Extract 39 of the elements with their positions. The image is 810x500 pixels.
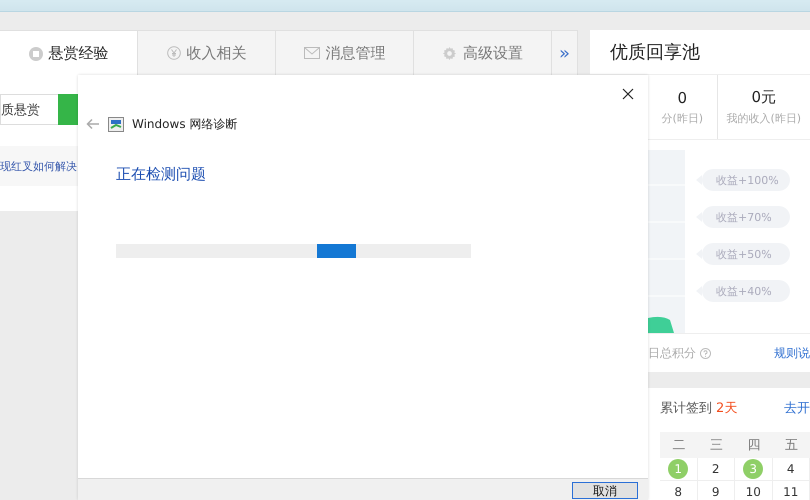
more-tabs-button[interactable]: » xyxy=(552,31,577,75)
stat-value: 0元 xyxy=(752,88,776,107)
weekday-header: 三 xyxy=(698,432,735,458)
calendar-day: 1 xyxy=(668,459,688,479)
weekday-header: 五 xyxy=(772,432,810,458)
sign-in-link[interactable]: 去开 xyxy=(784,399,810,417)
calendar-day: 3 xyxy=(743,459,764,479)
weekday-header: 四 xyxy=(735,432,772,458)
cancel-button[interactable]: 取消 xyxy=(572,482,638,499)
stat-label: 分(昨日) xyxy=(661,110,704,126)
calendar-day: 8 xyxy=(668,482,688,500)
gear-icon xyxy=(442,46,457,60)
stat-value: 0 xyxy=(678,88,688,106)
bonus-label: 收益+40% xyxy=(696,280,790,302)
calendar-day: 4 xyxy=(780,459,801,479)
bonus-label: 收益+70% xyxy=(696,206,790,228)
yen-icon xyxy=(166,46,180,60)
help-icon xyxy=(700,348,711,358)
tab[interactable]: 悬赏经验 xyxy=(0,31,138,76)
calendar-day: 9 xyxy=(706,482,726,500)
network-app-icon xyxy=(108,116,124,132)
total-label: 日总积分 xyxy=(648,344,696,362)
calendar-day: 2 xyxy=(706,459,726,479)
rules-link[interactable]: 规则说 xyxy=(774,344,810,362)
search-field[interactable]: 质悬赏 xyxy=(0,94,58,125)
weekday-header: 二 xyxy=(660,432,698,458)
envelope-icon xyxy=(304,47,320,59)
sign-in-count: 2天 xyxy=(716,400,738,417)
sign-in-label: 累计签到 xyxy=(660,400,712,417)
bonus-label: 收益+50% xyxy=(696,243,790,265)
bonus-label: 收益+100% xyxy=(696,169,790,191)
calendar-day: 11 xyxy=(780,482,801,500)
status-heading: 正在检测问题 xyxy=(116,165,207,184)
back-arrow-icon[interactable] xyxy=(86,118,100,130)
close-icon xyxy=(622,88,634,100)
dialog-title: Windows 网络诊断 xyxy=(132,116,238,132)
calendar-day: 10 xyxy=(743,482,764,500)
stat-label: 我的收入(昨日) xyxy=(726,111,802,126)
coin-icon xyxy=(28,46,42,60)
